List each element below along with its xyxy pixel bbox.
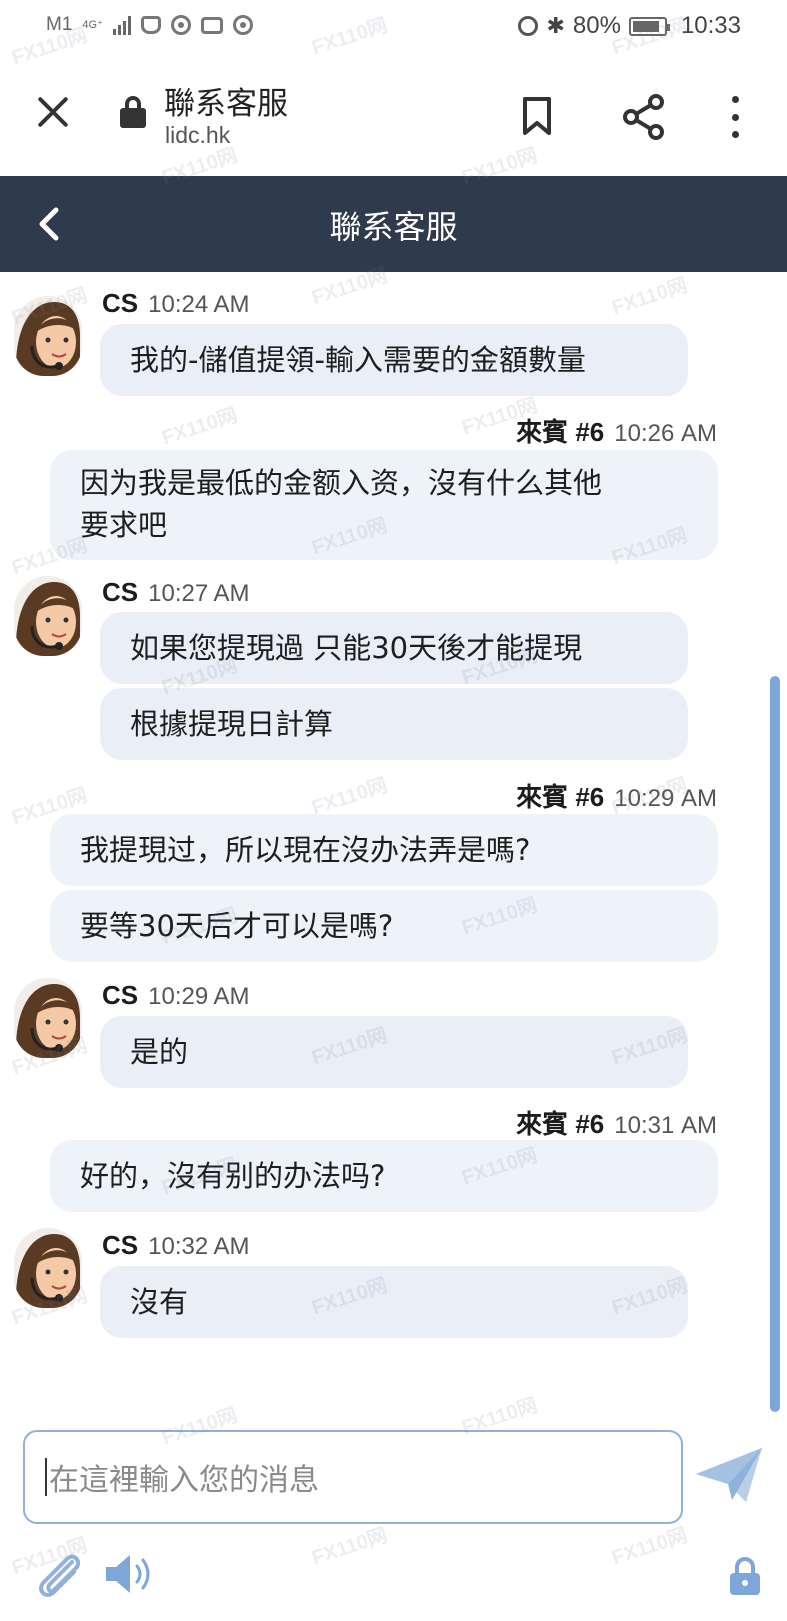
sound-icon[interactable] [104, 1552, 158, 1596]
send-icon[interactable] [694, 1444, 764, 1506]
text-caret [45, 1458, 47, 1496]
message-input-placeholder: 在這裡輸入您的消息 [49, 1463, 319, 1498]
carrier-label: M1 [46, 14, 73, 35]
share-icon[interactable] [622, 94, 666, 140]
message-meta: CS 10:32 AM [102, 1230, 250, 1261]
battery-icon [628, 16, 670, 36]
message-icon [200, 16, 223, 34]
message-bubble: 是的 [100, 1016, 688, 1088]
signal-icon [112, 15, 131, 35]
sender-name: CS [102, 288, 139, 318]
message-bubble: 因为我是最低的金额入资，沒有什么其他 要求吧 [50, 450, 718, 560]
page-title: 聯系客服 [164, 86, 288, 122]
lock-icon[interactable] [120, 96, 146, 128]
message-time: 10:24 AM [148, 291, 250, 318]
status-bar: M1 4G⁺ ✱ 80% 10:33 [0, 0, 787, 52]
chat-log[interactable]: CS 10:24 AM 我的-儲值提領-輸入需要的金額數量 來賓 #6 10:26 … [0, 272, 787, 1420]
chat-scrollbar[interactable] [770, 676, 780, 1412]
message-time: 10:31 AM [614, 1112, 717, 1139]
bluetooth-icon: ✱ [546, 13, 565, 38]
message-meta: CS 10:27 AM [102, 577, 250, 608]
close-icon[interactable] [30, 90, 74, 134]
message-time: 10:32 AM [148, 1233, 250, 1260]
avatar [14, 978, 82, 1058]
message-time: 10:29 AM [614, 785, 717, 812]
attachment-icon[interactable] [34, 1548, 86, 1600]
app-header: 聯系客服 [0, 176, 787, 272]
message-time: 10:29 AM [148, 983, 250, 1010]
message-meta: 來賓 #6 10:31 AM [516, 1104, 717, 1141]
bookmark-icon[interactable] [521, 96, 553, 136]
message-bubble: 如果您提現過 只能30天後才能提現 [100, 612, 688, 684]
battery-percent: 80% [572, 12, 621, 39]
avatar [14, 576, 82, 656]
notification-icon [140, 16, 161, 34]
alarm-icon [518, 16, 539, 36]
chrome-icon [232, 15, 253, 35]
message-meta: 來賓 #6 10:29 AM [516, 777, 717, 814]
message-bubble: 要等30天后才可以是嗎? [50, 890, 718, 962]
sender-name: CS [102, 577, 139, 607]
avatar [14, 296, 82, 376]
network-type-label: 4G⁺ [82, 19, 103, 31]
header-title: 聯系客服 [329, 208, 458, 246]
sender-name: 來賓 #6 [516, 1109, 605, 1139]
message-bubble: 我的-儲值提領-輸入需要的金額數量 [100, 324, 688, 396]
sender-name: CS [102, 1230, 139, 1260]
message-bubble: 我提現过，所以現在沒办法弄是嗎? [50, 814, 718, 886]
sender-name: 來賓 #6 [516, 417, 605, 447]
browser-toolbar: 聯系客服 lidc.hk [0, 52, 787, 176]
sender-name: CS [102, 980, 139, 1010]
clock: 10:33 [680, 12, 741, 39]
page-url[interactable]: lidc.hk [165, 122, 230, 149]
message-time: 10:27 AM [148, 580, 250, 607]
message-meta: CS 10:29 AM [102, 980, 250, 1011]
avatar [14, 1228, 82, 1308]
sender-name: 來賓 #6 [516, 782, 605, 812]
message-composer: 在這裡輸入您的消息 [0, 1420, 787, 1621]
more-icon[interactable] [728, 96, 742, 138]
secure-lock-icon[interactable] [728, 1556, 762, 1596]
message-time: 10:26 AM [614, 420, 717, 447]
message-bubble: 根據提現日計算 [100, 688, 688, 760]
message-bubble: 沒有 [100, 1266, 688, 1338]
message-meta: 來賓 #6 10:26 AM [516, 412, 717, 449]
chrome-icon [170, 15, 191, 35]
message-input[interactable]: 在這裡輸入您的消息 [23, 1430, 683, 1524]
message-bubble: 好的，沒有别的办法吗? [50, 1140, 718, 1212]
message-meta: CS 10:24 AM [102, 288, 250, 319]
